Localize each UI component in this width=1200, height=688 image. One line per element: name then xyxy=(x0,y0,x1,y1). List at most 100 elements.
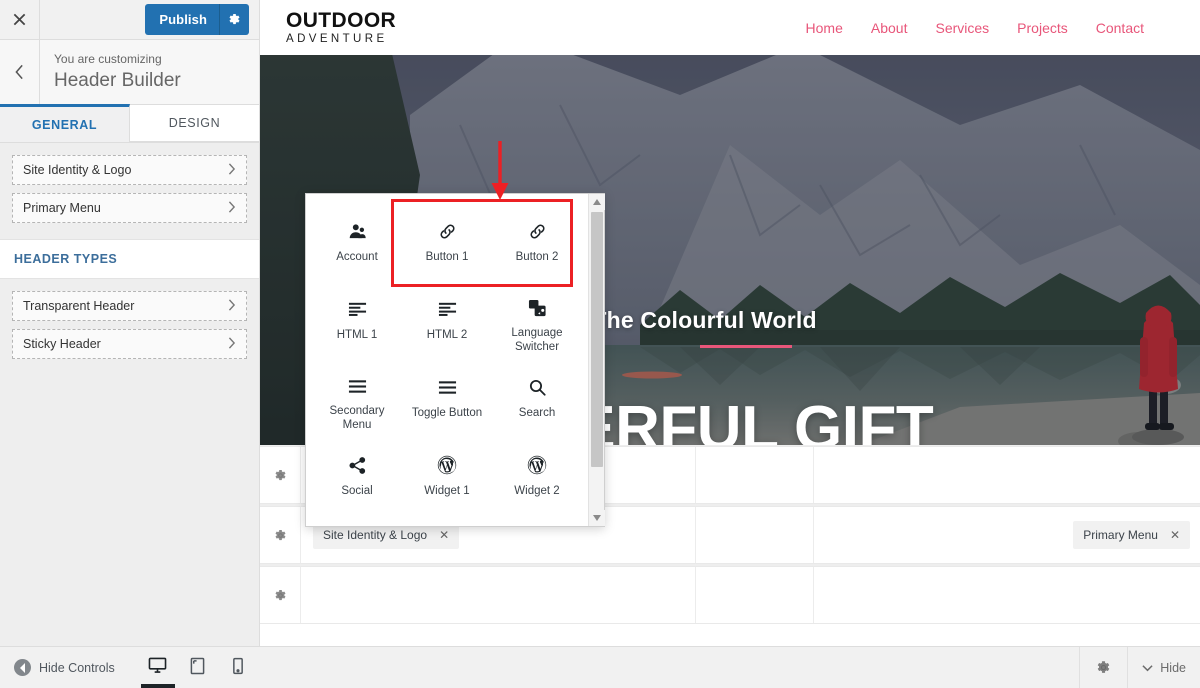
link-icon xyxy=(438,216,457,246)
language-switcher-icon xyxy=(528,294,547,322)
customizer-sidebar: Publish You are customizing Header Build… xyxy=(0,0,260,688)
sidebar-topbar: Publish xyxy=(0,0,259,40)
row-settings-gear-icon[interactable] xyxy=(260,567,301,623)
close-icon xyxy=(12,12,27,27)
header-types-group: Transparent Header Sticky Header xyxy=(0,279,259,375)
customizing-eyebrow: You are customizing xyxy=(54,50,181,68)
chevron-left-icon xyxy=(14,64,25,80)
nav-link-contact[interactable]: Contact xyxy=(1096,20,1144,36)
element-label: Widget 2 xyxy=(514,484,559,498)
sidebar-item-label: Sticky Header xyxy=(23,337,101,351)
mobile-view-button[interactable] xyxy=(221,647,255,688)
section-header-types: HEADER TYPES xyxy=(0,239,259,279)
wordpress-icon xyxy=(527,450,547,480)
tab-general[interactable]: GENERAL xyxy=(0,104,130,142)
chevron-down-icon xyxy=(1142,661,1153,675)
sidebar-item-label: Site Identity & Logo xyxy=(23,163,131,177)
caret-down-icon[interactable] xyxy=(589,510,605,526)
element-label: HTML 1 xyxy=(337,328,377,342)
scrollbar-thumb[interactable] xyxy=(591,212,603,467)
nav-link-projects[interactable]: Projects xyxy=(1017,20,1068,36)
element-label: Social xyxy=(341,484,372,498)
element-language-switcher[interactable]: Language Switcher xyxy=(492,284,582,362)
builder-row-below xyxy=(260,566,1200,624)
publish-settings-gear-icon[interactable] xyxy=(219,4,249,35)
share-icon xyxy=(348,450,367,480)
nav-link-services[interactable]: Services xyxy=(935,20,989,36)
element-label: Search xyxy=(519,406,555,420)
close-icon[interactable]: ✕ xyxy=(439,528,449,542)
hide-controls-button[interactable]: Hide Controls xyxy=(0,659,115,676)
element-grid: Account Button 1 Button 2 HTML 1 xyxy=(306,194,588,526)
builder-col-right[interactable]: Primary Menu ✕ xyxy=(814,507,1200,563)
element-button-2[interactable]: Button 2 xyxy=(492,206,582,284)
nav-link-about[interactable]: About xyxy=(871,20,908,36)
sidebar-item-primary-menu[interactable]: Primary Menu xyxy=(12,193,247,223)
element-secondary-menu[interactable]: Secondary Menu xyxy=(312,362,402,440)
element-label: Button 1 xyxy=(426,250,469,264)
mobile-icon xyxy=(232,657,244,675)
chevron-right-icon xyxy=(228,163,236,178)
collapse-arrow-icon xyxy=(14,659,31,676)
account-icon xyxy=(348,216,367,246)
element-widget-1[interactable]: Widget 1 xyxy=(402,440,492,518)
publish-button[interactable]: Publish xyxy=(145,4,249,35)
close-customizer-button[interactable] xyxy=(0,0,40,39)
sidebar-item-site-identity-logo[interactable]: Site Identity & Logo xyxy=(12,155,247,185)
chevron-right-icon xyxy=(228,299,236,314)
sidebar-item-label: Transparent Header xyxy=(23,299,134,313)
sidebar-item-sticky-header[interactable]: Sticky Header xyxy=(12,329,247,359)
sidebar-bottom-bar: Hide Controls xyxy=(0,646,260,688)
element-social[interactable]: Social xyxy=(312,440,402,518)
desktop-view-button[interactable] xyxy=(141,647,175,688)
element-button-1[interactable]: Button 1 xyxy=(402,206,492,284)
builder-col-center[interactable] xyxy=(696,567,814,623)
element-label: Widget 1 xyxy=(424,484,469,498)
builder-col-right[interactable] xyxy=(814,447,1200,503)
chip-label: Site Identity & Logo xyxy=(323,528,427,542)
sidebar-item-transparent-header[interactable]: Transparent Header xyxy=(12,291,247,321)
back-button[interactable] xyxy=(0,40,40,104)
logo-line-2: ADVENTURE xyxy=(286,34,396,46)
link-icon xyxy=(528,216,547,246)
element-toggle-button[interactable]: Toggle Button xyxy=(402,362,492,440)
element-label: HTML 2 xyxy=(427,328,467,342)
general-options-group: Site Identity & Logo Primary Menu xyxy=(0,143,259,239)
builder-col-left[interactable] xyxy=(301,567,696,623)
element-account[interactable]: Account xyxy=(312,206,402,284)
preview-settings-gear-icon[interactable] xyxy=(1079,647,1127,688)
builder-col-right[interactable] xyxy=(814,567,1200,623)
hero-accent-rule xyxy=(700,345,792,348)
toggle-icon xyxy=(438,372,457,402)
desktop-icon xyxy=(148,657,167,674)
row-settings-gear-icon[interactable] xyxy=(260,507,301,563)
preview-hide-button[interactable]: Hide xyxy=(1127,647,1200,688)
row-settings-gear-icon[interactable] xyxy=(260,447,301,503)
add-element-popup: Account Button 1 Button 2 HTML 1 xyxy=(305,193,605,527)
chevron-right-icon xyxy=(228,201,236,216)
tablet-view-button[interactable] xyxy=(181,647,215,688)
popup-scrollbar[interactable] xyxy=(588,194,604,526)
sidebar-body: Site Identity & Logo Primary Menu HEADER… xyxy=(0,143,259,646)
element-html-2[interactable]: HTML 2 xyxy=(402,284,492,362)
caret-up-icon[interactable] xyxy=(589,194,605,210)
html-icon xyxy=(348,294,367,324)
element-html-1[interactable]: HTML 1 xyxy=(312,284,402,362)
customizer-screen: OUTDOOR ADVENTURE Home About Services Pr… xyxy=(0,0,1200,688)
sidebar-tabs: GENERAL DESIGN xyxy=(0,105,259,143)
device-preview-switcher xyxy=(141,647,255,688)
builder-col-center[interactable] xyxy=(696,507,814,563)
element-search[interactable]: Search xyxy=(492,362,582,440)
element-label: Button 2 xyxy=(516,250,559,264)
close-icon[interactable]: ✕ xyxy=(1170,528,1180,542)
site-logo[interactable]: OUTDOOR ADVENTURE xyxy=(286,10,396,46)
builder-item-primary-menu[interactable]: Primary Menu ✕ xyxy=(1073,521,1190,549)
primary-menu: Home About Services Projects Contact xyxy=(806,20,1144,36)
builder-col-center[interactable] xyxy=(696,447,814,503)
chip-label: Primary Menu xyxy=(1083,528,1158,542)
tab-design[interactable]: DESIGN xyxy=(130,105,259,142)
sidebar-header: You are customizing Header Builder xyxy=(0,40,259,105)
element-label: Toggle Button xyxy=(412,406,482,420)
element-widget-2[interactable]: Widget 2 xyxy=(492,440,582,518)
nav-link-home[interactable]: Home xyxy=(806,20,843,36)
